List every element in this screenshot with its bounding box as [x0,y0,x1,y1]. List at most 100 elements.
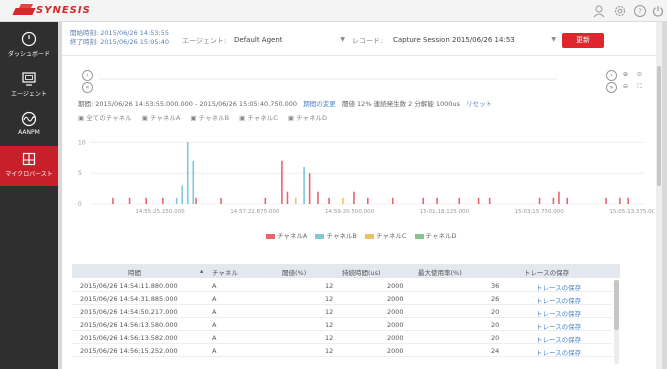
legend-item-b[interactable]: チャネルB [315,232,357,240]
cell-threshold: 12 [325,334,334,342]
cell-channel: A [212,295,217,303]
sidebar-item-label: AANPM [18,129,40,136]
scroll-left-icon[interactable]: ‹ [82,70,93,81]
zoom-out-icon[interactable]: ⊖ [620,82,631,93]
save-trace-link[interactable]: トレースの保存 [536,347,581,357]
x-tick-label: 14:57:22.875.000 [230,209,280,215]
chevron-down-icon: ▼ [340,36,345,43]
col-max-usage[interactable]: 最大使用率(%) [418,267,462,277]
chart-bar [422,197,424,204]
svg-text:?: ? [638,8,642,16]
cell-threshold: 12 [325,347,334,355]
sort-icon[interactable]: ▴ [200,267,203,275]
table-row[interactable]: 2015/06/26 14:54:31.885.000 A 12 2000 26… [72,292,612,305]
col-channel[interactable]: チャネル [212,267,238,277]
microburst-book-icon [22,152,36,166]
chart-legend: チャネルA チャネルB チャネルC チャネルD [266,230,462,240]
page-scroll-thumb[interactable] [657,66,661,186]
change-period-link[interactable]: 期間の変更 [303,100,336,108]
overview-strip[interactable] [98,76,558,82]
chart-bar [488,197,491,204]
table-row[interactable]: 2015/06/26 14:54:11.880.000 A 12 2000 36… [72,279,612,292]
save-trace-link[interactable]: トレースの保存 [536,321,581,331]
agent-select[interactable]: Default Agent ▼ [230,34,348,48]
channel-filter-all[interactable]: ▣ 全てのチャネル [78,114,132,122]
gear-icon[interactable] [613,4,627,18]
zoom-reset-icon[interactable]: ⊙ [634,70,645,81]
y-tick-label: 0 [78,201,82,208]
sidebar-item-label: エージェント [11,91,47,98]
cell-time: 2015/06/26 14:54:31.885.000 [80,295,178,303]
chart-bar [181,185,184,204]
channel-filter-d[interactable]: ▣ チャネルD [288,114,327,122]
col-save-trace[interactable]: トレースの保存 [524,267,569,277]
chart-bar [308,173,311,204]
channel-filter-b[interactable]: ▣ チャネルB [190,114,229,122]
sidebar-item-microburst[interactable]: マイクロバースト [0,146,58,186]
chart-bar [436,197,438,204]
col-threshold[interactable]: 閾値(%) [282,267,306,277]
sidebar-item-dashboard[interactable]: ダッシュボード [0,26,58,64]
chart-bar [391,197,394,204]
cell-channel: A [212,282,217,290]
chart-bar [477,197,480,204]
chart-bar [192,160,195,204]
synesis-logo[interactable]: SYNESIS [12,4,106,18]
cell-max-usage: 26 [491,295,500,303]
user-icon[interactable] [592,4,606,18]
top-bar: SYNESIS ? [0,0,667,22]
chart-bar [162,197,164,204]
table-row[interactable]: 2015/06/26 14:56:13.582.000 A 12 2000 20… [72,331,612,344]
save-trace-link[interactable]: トレースの保存 [536,282,581,292]
chart-bar [195,197,197,204]
chart-bar [112,197,114,204]
table-scrollbar[interactable] [614,280,619,364]
zoom-in-icon[interactable]: ⊕ [620,70,631,81]
table-row[interactable]: 2015/06/26 14:56:15.252.000 A 12 2000 24… [72,344,612,357]
scroll-first-icon[interactable]: « [82,82,93,93]
table-scroll-thumb[interactable] [614,280,619,330]
dashboard-icon [21,31,37,47]
update-button[interactable]: 更新 [562,33,604,48]
chart-bar [458,197,461,204]
channel-filter-a[interactable]: ▣ チャネルA [142,114,181,122]
cell-duration: 2000 [387,282,404,290]
page-scrollbar[interactable] [656,22,662,369]
agent-monitor-icon [22,72,36,86]
main-content: 開始時刻: 2015/06/26 14:53:55 終了時刻: 2015/06/… [62,22,662,369]
scroll-last-icon[interactable]: » [606,82,617,93]
legend-item-d[interactable]: チャネルD [414,232,456,240]
table-row[interactable]: 2015/06/26 14:56:13.580.000 A 12 2000 20… [72,318,612,331]
help-icon[interactable]: ? [633,4,647,18]
record-label: レコード: [352,37,383,45]
reset-link[interactable]: リセット [466,100,492,108]
channel-filter-label: チャネルD [296,114,328,122]
microburst-chart[interactable]: 10 5 0 14:55:25.250.000 14:57:22.875.000 14:5… [68,124,654,224]
fullscreen-icon[interactable]: ⛶ [634,82,645,93]
table-row[interactable]: 2015/06/26 14:54:50.217.000 A 12 2000 20… [72,305,612,318]
table-header: 時間 ▴ チャネル 閾値(%) 持続時間(us) 最大使用率(%) トレースの保… [72,264,620,278]
legend-item-a[interactable]: チャネルA [266,232,307,240]
agent-select-value: Default Agent [234,36,283,44]
cell-time: 2015/06/26 14:56:13.582.000 [80,334,178,342]
col-time[interactable]: 時間 [128,267,141,277]
power-icon[interactable] [651,4,665,18]
save-trace-link[interactable]: トレースの保存 [536,295,581,305]
logo-text: SYNESIS [36,5,91,16]
cell-threshold: 12 [325,308,334,316]
scroll-right-icon[interactable]: › [606,70,617,81]
channel-filter-c[interactable]: ▣ チャネルC [239,114,278,122]
col-duration[interactable]: 持続時間(us) [342,267,381,277]
legend-item-c[interactable]: チャネルC [364,232,406,240]
save-trace-link[interactable]: トレースの保存 [536,308,581,318]
save-trace-link[interactable]: トレースの保存 [536,334,581,344]
filter-bar: 開始時刻: 2015/06/26 14:53:55 終了時刻: 2015/06/… [62,22,662,56]
cell-duration: 2000 [387,334,404,342]
cell-threshold: 12 [325,321,334,329]
chart-bar [286,191,289,204]
record-select[interactable]: Capture Session 2015/06/26 14:53 ▼ [389,34,559,48]
sidebar-item-agent[interactable]: エージェント [0,66,58,104]
cell-threshold: 12 [325,282,334,290]
sidebar-item-aanpm[interactable]: AANPM [0,106,58,144]
channel-filter-label: チャネルC [247,114,278,122]
